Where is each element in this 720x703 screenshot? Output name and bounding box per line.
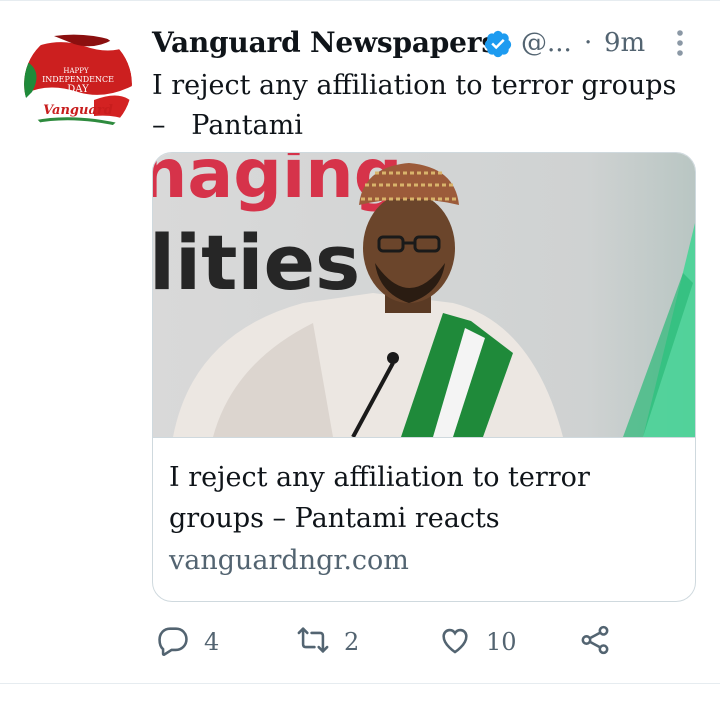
retweet-count: 2	[344, 628, 360, 656]
svg-text:lities: lities	[153, 218, 360, 307]
heart-icon	[438, 623, 472, 661]
author-avatar[interactable]: HAPPY INDEPENDENCE DAY FROM Vanguard	[24, 30, 132, 138]
card-image: naging lities	[153, 153, 695, 438]
verified-badge-icon	[483, 29, 513, 59]
retweet-icon	[296, 623, 330, 661]
card-domain[interactable]: vanguardngr.com	[169, 545, 409, 576]
reply-count: 4	[204, 628, 220, 656]
retweet-button[interactable]: 2	[296, 618, 359, 666]
tweet-text: I reject any affiliation to terror group…	[152, 70, 677, 141]
svg-text:Vanguard: Vanguard	[43, 103, 113, 118]
tweet-header: Vanguard Newspapers @... · 9m	[152, 24, 712, 64]
author-name[interactable]: Vanguard Newspapers	[152, 26, 497, 59]
like-count: 10	[486, 628, 517, 656]
card-title[interactable]: I reject any affiliation to terror group…	[169, 457, 679, 539]
top-divider	[0, 0, 720, 1]
tweet-actions: 4 2 10	[152, 618, 712, 666]
reply-button[interactable]: 4	[156, 618, 219, 666]
author-handle[interactable]: @...	[521, 28, 572, 58]
separator-dot: ·	[584, 28, 593, 58]
bottom-divider	[0, 683, 720, 684]
share-button[interactable]	[578, 618, 612, 666]
svg-text:naging: naging	[153, 153, 402, 214]
reply-icon	[156, 623, 190, 661]
more-vertical-icon[interactable]	[670, 26, 690, 60]
tweet-timestamp[interactable]: 9m	[604, 28, 645, 58]
svg-text:DAY: DAY	[67, 84, 89, 95]
svg-text:HAPPY: HAPPY	[63, 67, 89, 75]
share-icon	[578, 623, 612, 661]
link-card[interactable]: naging lities I reject any affiliation t…	[152, 152, 696, 602]
like-button[interactable]: 10	[438, 618, 517, 666]
avatar-logo: HAPPY INDEPENDENCE DAY FROM Vanguard	[24, 30, 132, 138]
svg-text:FROM: FROM	[66, 95, 89, 103]
svg-text:INDEPENDENCE: INDEPENDENCE	[42, 75, 114, 84]
card-divider	[153, 437, 695, 438]
